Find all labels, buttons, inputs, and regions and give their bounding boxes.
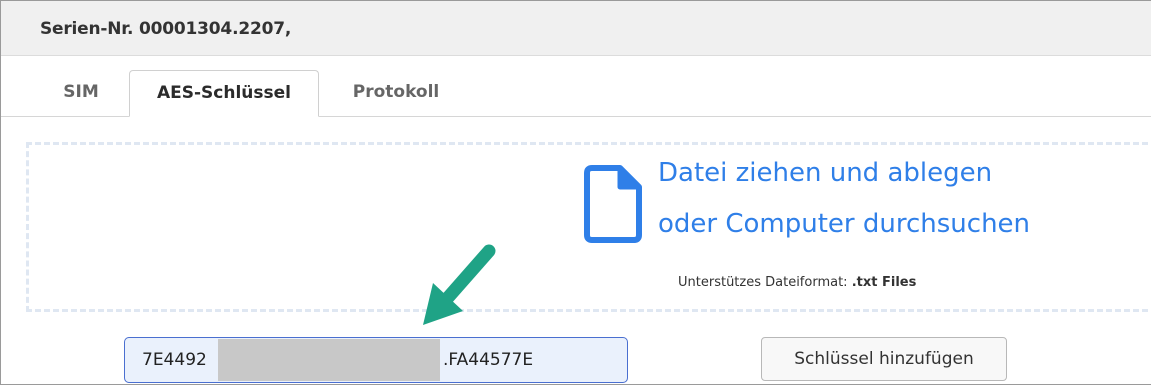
header-bar: Serien-Nr. 00001304.2207, [1, 1, 1151, 56]
page-title: Serien-Nr. 00001304.2207, [40, 19, 292, 39]
pointer-arrow-icon [423, 244, 496, 325]
key-value-prefix: 7E4492 [142, 350, 207, 370]
add-key-button[interactable]: Schlüssel hinzufügen [761, 337, 1007, 381]
tab-aes-key[interactable]: AES-Schlüssel [129, 70, 319, 117]
drop-instruction: Datei ziehen und ablegen [658, 158, 993, 188]
browse-computer-link[interactable]: oder Computer durchsuchen [658, 209, 1030, 239]
format-value: .txt Files [851, 275, 917, 290]
aes-key-input[interactable]: 7E4492 .FA44577E [124, 337, 628, 383]
format-label: Unterstützes Dateiformat: [678, 275, 848, 290]
key-value-suffix: .FA44577E [443, 350, 534, 370]
tab-protocol[interactable]: Protokoll [326, 70, 466, 115]
tab-sim[interactable]: SIM [41, 70, 121, 115]
tab-bar: SIM AES-Schlüssel Protokoll [1, 56, 1151, 117]
file-icon [584, 165, 642, 243]
redaction-block [218, 339, 440, 381]
dialog-frame: Serien-Nr. 00001304.2207, SIM AES-Schlüs… [0, 0, 1151, 385]
supported-format-note: Unterstützes Dateiformat: .txt Files [678, 275, 916, 290]
